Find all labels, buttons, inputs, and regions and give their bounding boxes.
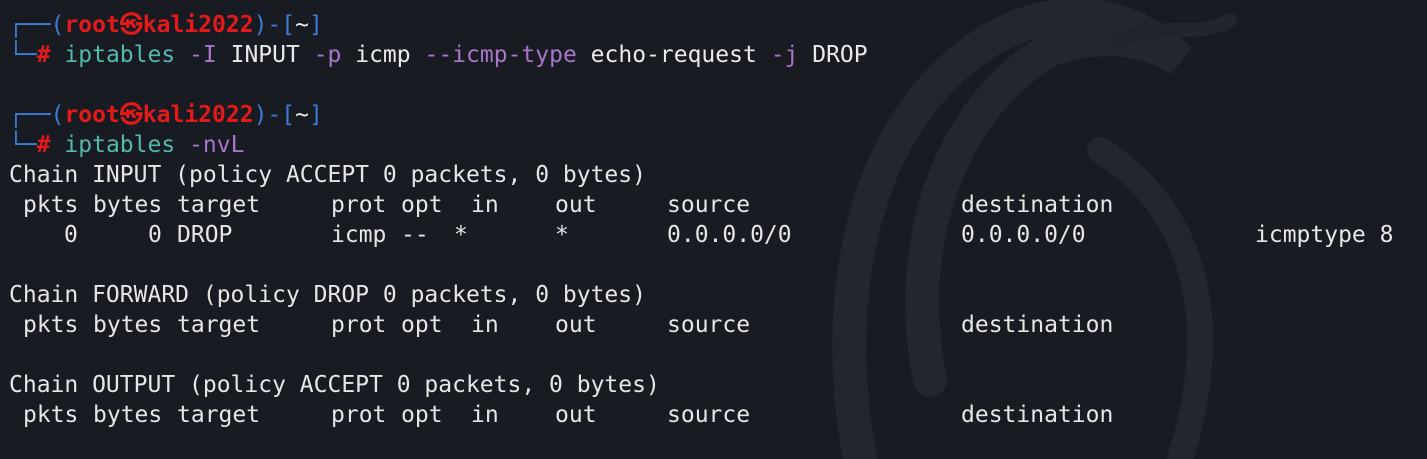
column-header-source: source	[667, 402, 751, 428]
column-header-target: target	[177, 312, 261, 338]
table-header: pkts bytes target prot opt in out source destina…	[9, 400, 1427, 430]
prompt-frame: )-[	[253, 12, 296, 38]
prompt-frame: ┌──(	[9, 12, 65, 38]
prompt-command-line: └─# iptables -nvL	[9, 130, 1427, 160]
table-header: pkts bytes target prot opt in out source destina…	[9, 190, 1427, 220]
column-header-bytes: bytes	[93, 192, 163, 218]
prompt-user: root	[64, 102, 120, 128]
column-header-target: target	[177, 192, 261, 218]
column-header-opt: opt	[401, 312, 443, 338]
chain-title: Chain INPUT (policy ACCEPT 0 packets, 0 …	[9, 160, 1427, 190]
column-header-opt: opt	[401, 402, 443, 428]
column-header-out: out	[555, 402, 597, 428]
chain-title-text: Chain OUTPUT (policy ACCEPT 0 packets, 0…	[9, 372, 660, 398]
prompt-frame: └─	[9, 42, 37, 68]
prompt-frame: ]	[308, 12, 323, 38]
column-header-destination: destination	[961, 402, 1114, 428]
prompt-command-line: └─# iptables -I INPUT -p icmp --icmp-typ…	[9, 40, 1427, 70]
prompt-header: ┌──(root㉿kali2022)-[~]	[9, 100, 1427, 130]
column-header-out: out	[555, 312, 597, 338]
column-header-prot: prot	[331, 312, 387, 338]
column-header-opt: opt	[401, 192, 443, 218]
table-row: 0 0 DROP icmp -- * * 0.0.0.0/0 0.0.0.0/0 icmptype…	[9, 220, 1427, 250]
column-header-destination: destination	[961, 192, 1114, 218]
cell-in: *	[454, 222, 468, 248]
chain-title: Chain OUTPUT (policy ACCEPT 0 packets, 0…	[9, 370, 1427, 400]
chain-title-text: Chain FORWARD (policy DROP 0 packets, 0 …	[9, 282, 646, 308]
cell-opt: --	[401, 222, 429, 248]
prompt-header: ┌──(root㉿kali2022)-[~]	[9, 10, 1427, 40]
prompt-directory: ~	[295, 12, 309, 38]
command-option: -nvL	[189, 132, 245, 158]
table-header: pkts bytes target prot opt in out source destina…	[9, 310, 1427, 340]
cell-source: 0.0.0.0/0	[667, 222, 792, 248]
column-header-in: in	[471, 402, 499, 428]
chain-title-text: Chain INPUT (policy ACCEPT 0 packets, 0 …	[9, 162, 646, 188]
column-header-target: target	[177, 402, 261, 428]
column-header-pkts: pkts	[23, 312, 79, 338]
command-option: -I	[189, 42, 217, 68]
command-argument: echo-request	[576, 42, 771, 68]
prompt-frame: ]	[308, 102, 323, 128]
cell-pkts: 0	[64, 222, 78, 248]
prompt-separator-icon: ㉿	[119, 12, 143, 38]
cell-target: DROP	[177, 222, 233, 248]
column-header-pkts: pkts	[23, 192, 79, 218]
prompt-hash: #	[36, 42, 65, 68]
column-header-source: source	[667, 312, 751, 338]
command-option: -p	[313, 42, 342, 68]
command-option: --icmp-type	[424, 42, 577, 68]
command-name: iptables	[64, 132, 176, 158]
command-argument	[175, 132, 189, 158]
cell-prot: icmp	[331, 222, 387, 248]
terminal-output[interactable]: ┌──(root㉿kali2022)-[~] └─# iptables -I IN…	[9, 10, 1427, 430]
prompt-directory: ~	[295, 102, 309, 128]
column-header-in: in	[471, 192, 499, 218]
command-argument: icmp	[341, 42, 425, 68]
cell-bytes: 0	[148, 222, 162, 248]
prompt-host: kali2022	[142, 102, 254, 128]
command-name: iptables	[64, 42, 176, 68]
column-header-prot: prot	[331, 402, 387, 428]
column-header-pkts: pkts	[23, 402, 79, 428]
column-header-in: in	[471, 312, 499, 338]
chain-title: Chain FORWARD (policy DROP 0 packets, 0 …	[9, 280, 1427, 310]
prompt-frame: └─	[9, 132, 37, 158]
command-argument	[175, 42, 189, 68]
command-option: -j	[770, 42, 799, 68]
column-header-out: out	[555, 192, 597, 218]
column-header-bytes: bytes	[93, 312, 163, 338]
prompt-hash: #	[36, 132, 65, 158]
prompt-host: kali2022	[142, 12, 254, 38]
column-header-prot: prot	[331, 192, 387, 218]
prompt-user: root	[64, 12, 120, 38]
command-argument: INPUT	[216, 42, 314, 68]
command-argument: DROP	[798, 42, 868, 68]
column-header-source: source	[667, 192, 751, 218]
cell-extra: icmptype 8	[1255, 222, 1394, 248]
cell-destination: 0.0.0.0/0	[961, 222, 1086, 248]
prompt-separator-icon: ㉿	[119, 102, 143, 128]
column-header-bytes: bytes	[93, 402, 163, 428]
column-header-destination: destination	[961, 312, 1114, 338]
cell-out: *	[555, 222, 569, 248]
prompt-frame: )-[	[253, 102, 296, 128]
prompt-frame: ┌──(	[9, 102, 65, 128]
